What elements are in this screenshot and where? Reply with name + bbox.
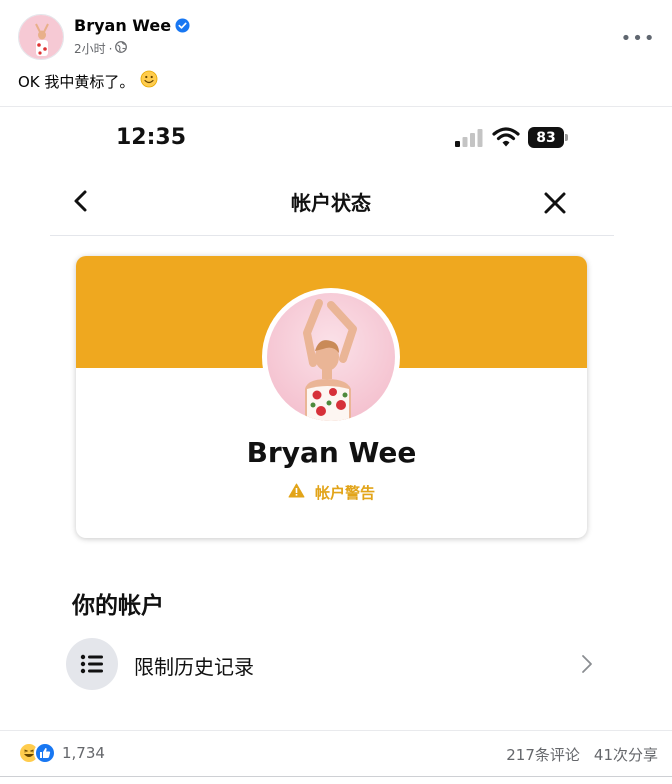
battery-indicator: 83: [528, 127, 568, 148]
menu-item-label: 限制历史记录: [134, 655, 254, 679]
globe-icon: [115, 41, 128, 56]
engagement-stats: 217条评论 41次分享: [506, 744, 658, 765]
bottom-divider: [0, 776, 672, 777]
list-icon: [66, 638, 118, 690]
wifi-icon: [492, 126, 520, 152]
like-reaction-icon: [34, 742, 56, 764]
restriction-history-item[interactable]: 限制历史记录: [64, 636, 604, 692]
meta-separator: ·: [108, 41, 113, 56]
content-divider: [0, 730, 672, 731]
warning-icon: [288, 483, 305, 502]
warning-text: 帐户警告: [314, 484, 375, 502]
chevron-right-icon: [580, 653, 594, 679]
reactions-summary[interactable]: 1,734: [18, 742, 105, 764]
post-meta: 2小时 ·: [74, 40, 128, 57]
author-name-text[interactable]: Bryan Wee: [74, 16, 171, 35]
section-title: 你的帐户: [72, 593, 164, 619]
account-warning-label[interactable]: 帐户警告: [76, 482, 587, 503]
more-options-button[interactable]: •••: [621, 24, 655, 52]
profile-avatar: [262, 288, 400, 426]
post-header: Bryan Wee 2小时 · •••: [18, 14, 658, 64]
post-time[interactable]: 2小时: [74, 40, 106, 57]
status-bar-time: 12:35: [116, 125, 187, 150]
close-icon[interactable]: [541, 189, 569, 217]
profile-name: Bryan Wee: [246, 436, 417, 469]
verified-badge-icon: [175, 18, 190, 37]
post-divider: [0, 106, 672, 107]
author-name[interactable]: Bryan Wee: [74, 16, 190, 37]
author-avatar[interactable]: [18, 14, 64, 60]
share-count-link[interactable]: 41次分享: [594, 744, 658, 765]
account-status-card: Bryan Wee 帐户警告: [76, 256, 587, 538]
post-body: OK 我中黄标了。: [18, 72, 135, 91]
battery-tip: [565, 134, 568, 141]
battery-level: 83: [528, 127, 564, 148]
nav-divider: [50, 235, 614, 236]
post-text: OK 我中黄标了。: [18, 70, 158, 92]
comment-count-link[interactable]: 217条评论: [506, 744, 580, 765]
smile-emoji-icon: [140, 70, 158, 92]
reaction-count[interactable]: 1,734: [62, 744, 105, 762]
signal-icon: [454, 128, 484, 152]
